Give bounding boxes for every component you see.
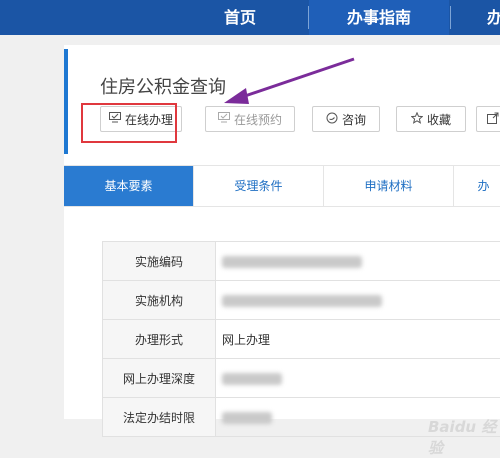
table-row: 实施机构 [103, 281, 500, 320]
table-row: 办理形式 网上办理 [103, 320, 500, 359]
tab-application-materials[interactable]: 申请材料 [324, 166, 454, 206]
tab-acceptance-conditions[interactable]: 受理条件 [194, 166, 324, 206]
row-label: 法定办结时限 [103, 398, 216, 437]
redacted-value [222, 412, 272, 424]
row-value [216, 281, 500, 320]
watermark: Baidu 经验 [428, 416, 500, 458]
table-row: 网上办理深度 [103, 359, 500, 398]
tab-basic-elements[interactable]: 基本要素 [64, 166, 194, 206]
annotation-arrow [64, 45, 500, 165]
row-value: 网上办理 [216, 320, 500, 359]
row-value [216, 359, 500, 398]
row-label: 实施机构 [103, 281, 216, 320]
tab-more[interactable]: 办 [454, 166, 500, 206]
nav-home[interactable]: 首页 [200, 0, 280, 35]
nav-divider [450, 6, 451, 29]
service-card: 住房公积金查询 在线办理 在线预约 咨询 收藏 基本要素 受理 [64, 45, 500, 419]
row-label: 网上办理深度 [103, 359, 216, 398]
top-nav: 首页 办事指南 办 [0, 0, 500, 35]
basic-info-table: 实施编码 实施机构 办理形式 网上办理 网上办理深度 法定办结时限 [102, 241, 500, 437]
row-value [216, 242, 500, 281]
redacted-value [222, 256, 362, 268]
nav-more[interactable]: 办 [480, 0, 500, 35]
redacted-value [222, 373, 282, 385]
detail-tabs: 基本要素 受理条件 申请材料 办 [64, 165, 500, 207]
redacted-value [222, 295, 382, 307]
table-row: 实施编码 [103, 242, 500, 281]
nav-service-guide[interactable]: 办事指南 [309, 0, 449, 35]
row-label: 办理形式 [103, 320, 216, 359]
row-label: 实施编码 [103, 242, 216, 281]
